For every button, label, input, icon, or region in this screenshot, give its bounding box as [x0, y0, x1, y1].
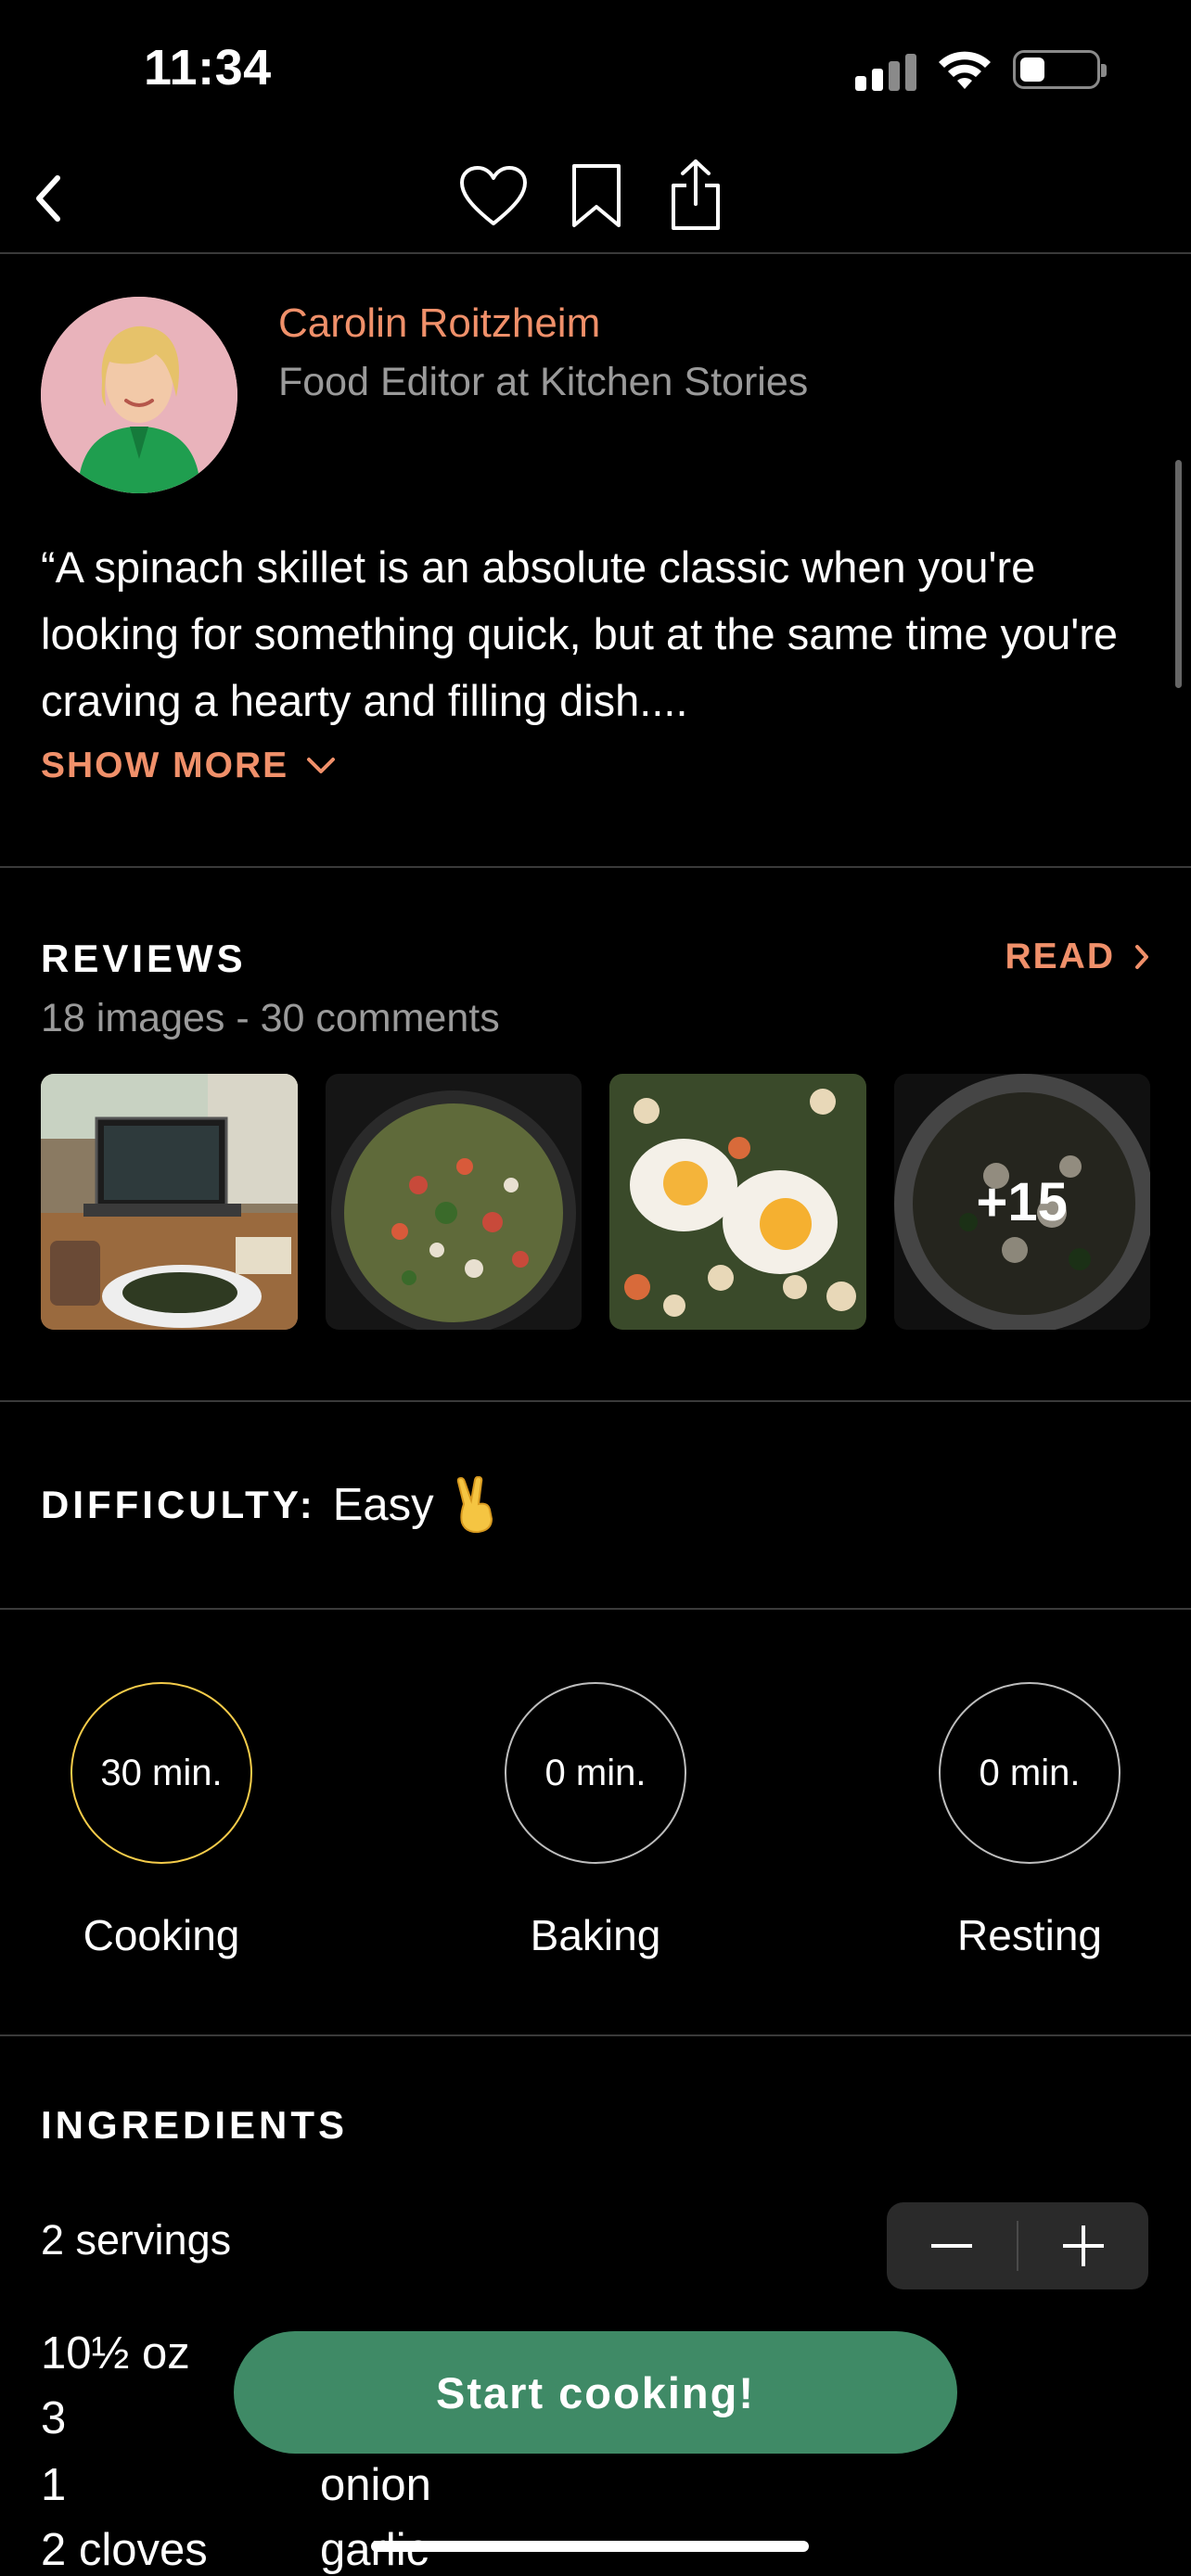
nav-bar [0, 139, 1191, 254]
servings-stepper [887, 2202, 1148, 2289]
share-icon [672, 159, 720, 230]
resting-time-ring: 0 min. [939, 1682, 1121, 1864]
times-section: 30 min. Cooking 0 min. Baking 0 min. Res… [0, 1610, 1191, 2036]
difficulty-section: DIFFICULTY: Easy [0, 1402, 1191, 1610]
plus-icon [1063, 2225, 1104, 2266]
author-name[interactable]: Carolin Roitzheim [278, 300, 600, 347]
show-more-label: SHOW MORE [41, 746, 289, 785]
difficulty-label: DIFFICULTY: [41, 1483, 316, 1526]
battery-icon [1013, 50, 1107, 89]
ingredient-amount: 1 [41, 2460, 67, 2510]
difficulty-value: Easy [332, 1480, 434, 1530]
status-bar: 11:34 [0, 0, 1191, 139]
review-image-more[interactable]: +15 [893, 1074, 1150, 1330]
start-cooking-button[interactable]: Start cooking! [234, 2331, 957, 2454]
resting-time-label: Resting [957, 1911, 1102, 1959]
status-time: 11:34 [144, 40, 272, 96]
read-reviews-button[interactable]: READ [1005, 937, 1150, 977]
review-image[interactable] [609, 1074, 866, 1330]
share-button[interactable] [663, 156, 728, 234]
show-more-button[interactable]: SHOW MORE [41, 746, 337, 786]
resting-time: 0 min. Resting [890, 1682, 1169, 1960]
ingredient-amount: 3 [41, 2393, 67, 2443]
review-image[interactable] [325, 1074, 582, 1330]
decrease-servings-button[interactable] [887, 2202, 1017, 2289]
ingredients-section: INGREDIENTS 2 servings 10½ oz 3 1 onion … [0, 2036, 1191, 2576]
favorite-button[interactable] [456, 159, 531, 234]
more-images-count: +15 [893, 1074, 1150, 1330]
chevron-down-icon [307, 758, 336, 773]
review-image[interactable] [41, 1074, 298, 1330]
read-label: READ [1005, 937, 1115, 976]
author-role: Food Editor at Kitchen Stories [278, 360, 809, 404]
chevron-left-icon [36, 175, 60, 222]
reviews-section: REVIEWS READ 18 images - 30 comments +15 [0, 868, 1191, 1402]
cellular-signal-icon [855, 54, 920, 91]
author-quote: “A spinach skillet is an absolute classi… [41, 542, 1119, 725]
review-thumbnails: +15 [41, 1074, 1150, 1330]
baking-time-label: Baking [530, 1911, 661, 1959]
ingredient-name: onion [320, 2460, 431, 2510]
baking-time-ring: 0 min. [505, 1682, 686, 1864]
scroll-indicator [1175, 460, 1182, 688]
bookmark-button[interactable] [564, 159, 629, 234]
wifi-icon [939, 51, 991, 89]
bookmark-icon [572, 164, 621, 227]
back-button[interactable] [20, 163, 76, 234]
cooking-time-ring: 30 min. [70, 1682, 252, 1864]
ingredients-heading: INGREDIENTS [41, 2103, 349, 2147]
author-avatar[interactable] [41, 297, 237, 493]
minus-icon [931, 2244, 972, 2248]
victory-hand-icon [456, 1476, 493, 1534]
reviews-meta: 18 images - 30 comments [41, 996, 500, 1040]
chevron-right-icon [1135, 945, 1148, 969]
author-section: Carolin Roitzheim Food Editor at Kitchen… [0, 256, 1191, 868]
cooking-time: 30 min. Cooking [22, 1682, 301, 1960]
home-indicator[interactable] [371, 2541, 809, 2552]
cooking-time-label: Cooking [83, 1911, 240, 1959]
increase-servings-button[interactable] [1018, 2202, 1148, 2289]
ingredient-amount: 2 cloves [41, 2525, 208, 2575]
ingredient-amount: 10½ oz [41, 2328, 190, 2378]
reviews-heading: REVIEWS [41, 937, 247, 980]
baking-time: 0 min. Baking [456, 1682, 735, 1960]
servings-count: 2 servings [41, 2216, 232, 2264]
heart-icon [460, 166, 527, 225]
